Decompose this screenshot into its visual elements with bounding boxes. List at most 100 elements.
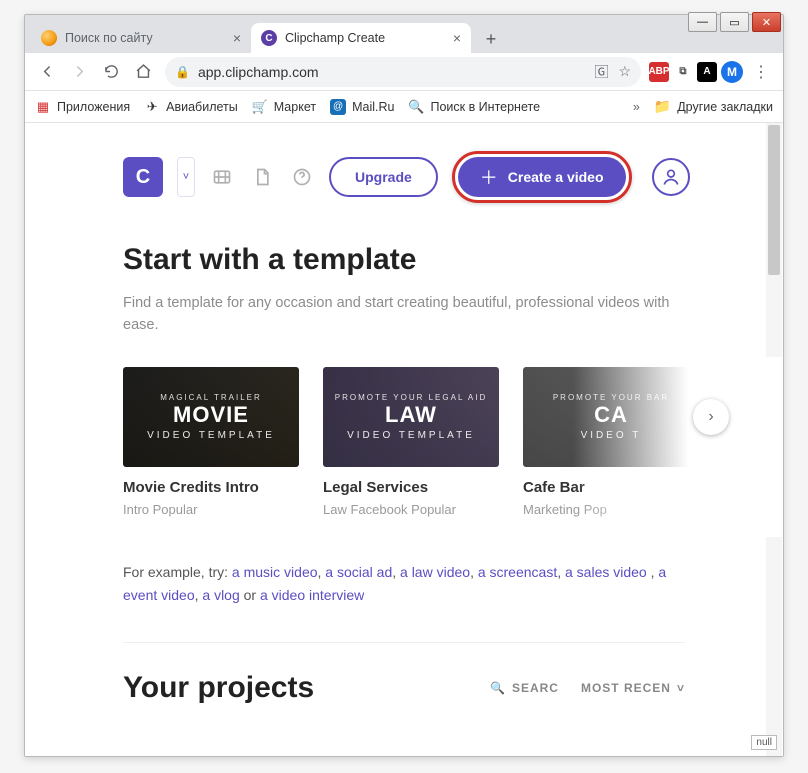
templates-next-button[interactable]: › xyxy=(693,399,729,435)
extension-icon[interactable]: ⧉ xyxy=(673,62,693,82)
address-bar[interactable]: 🔒 app.clipchamp.com 🄶 ☆ xyxy=(165,57,641,87)
template-name: Legal Services xyxy=(323,479,499,496)
browser-toolbar: 🔒 app.clipchamp.com 🄶 ☆ ABP ⧉ A M ⋮ xyxy=(25,53,783,91)
template-tags: Intro Popular xyxy=(123,502,299,517)
templates-row: MAGICAL TRAILER MOVIE VIDEO TEMPLATE Mov… xyxy=(123,367,685,517)
mailru-icon: @ xyxy=(330,99,346,115)
tab-close-icon[interactable]: × xyxy=(453,31,461,45)
bookmark-star-icon[interactable]: ☆ xyxy=(618,63,631,80)
example-link-vlog[interactable]: a vlog xyxy=(202,587,239,603)
section-divider xyxy=(123,642,685,643)
tab-title: Поиск по сайту xyxy=(65,31,153,45)
plane-icon: ✈ xyxy=(144,99,160,115)
profile-avatar[interactable]: M xyxy=(721,61,743,83)
template-card-cafe[interactable]: PROMOTE YOUR BAR CA VIDEO T Cafe Bar Mar… xyxy=(523,367,699,517)
template-card-law[interactable]: PROMOTE YOUR LEGAL AID LAW VIDEO TEMPLAT… xyxy=(323,367,499,517)
templates-section: Start with a template Find a template fo… xyxy=(25,203,783,705)
bookmark-other-folder[interactable]: 📁 Другие закладки xyxy=(654,98,773,115)
page-content: C ˅ Upgrade ＋ Create a video xyxy=(25,123,783,705)
maximize-button[interactable]: ▭ xyxy=(720,12,749,32)
example-link-sales[interactable]: a sales video xyxy=(565,564,647,580)
adblock-extension-icon[interactable]: ABP xyxy=(649,62,669,82)
example-link-music[interactable]: a music video xyxy=(232,564,318,580)
page-viewport: C ˅ Upgrade ＋ Create a video xyxy=(25,123,783,756)
bookmark-market[interactable]: 🛒 Маркет xyxy=(252,99,316,115)
pdf-extension-icon[interactable]: A xyxy=(697,62,717,82)
plus-icon: ＋ xyxy=(480,164,498,190)
upgrade-button[interactable]: Upgrade xyxy=(329,157,438,197)
chrome-menu-button[interactable]: ⋮ xyxy=(747,58,775,86)
template-tags: Marketing Pop xyxy=(523,502,699,517)
account-button[interactable] xyxy=(652,158,690,196)
upgrade-label: Upgrade xyxy=(355,169,412,185)
bookmark-label: Авиабилеты xyxy=(166,100,238,114)
video-library-icon[interactable] xyxy=(209,164,235,190)
cart-icon: 🛒 xyxy=(252,99,268,115)
bookmarks-bar: ▦ Приложения ✈ Авиабилеты 🛒 Маркет @ Mai… xyxy=(25,91,783,123)
omnibox-actions: 🄶 ☆ xyxy=(594,62,631,82)
bookmark-label: Приложения xyxy=(57,100,130,114)
bookmark-websearch[interactable]: 🔍 Поиск в Интернете xyxy=(408,99,540,115)
bookmark-apps[interactable]: ▦ Приложения xyxy=(35,99,130,115)
search-icon: 🔍 xyxy=(408,99,424,115)
favicon-clipchamp-icon: C xyxy=(261,30,277,46)
tab-title: Clipchamp Create xyxy=(285,31,385,45)
examples-prefix: For example, try: xyxy=(123,564,232,580)
example-link-screencast[interactable]: a screencast xyxy=(478,564,557,580)
help-icon[interactable] xyxy=(289,164,315,190)
template-thumb: MAGICAL TRAILER MOVIE VIDEO TEMPLATE xyxy=(123,367,299,467)
templates-heading: Start with a template xyxy=(123,243,685,277)
tab-close-icon[interactable]: × xyxy=(233,31,241,45)
template-card-movie[interactable]: MAGICAL TRAILER MOVIE VIDEO TEMPLATE Mov… xyxy=(123,367,299,517)
bookmarks-overflow-icon[interactable]: » xyxy=(633,100,640,114)
projects-search-button[interactable]: 🔍 SEARC xyxy=(490,681,559,695)
template-name: Cafe Bar xyxy=(523,479,699,496)
new-tab-button[interactable]: + xyxy=(477,25,505,53)
projects-sort-button[interactable]: MOST RECEN ˅ xyxy=(581,681,685,695)
file-icon[interactable] xyxy=(249,164,275,190)
minimize-button[interactable]: — xyxy=(688,12,717,32)
template-thumb: PROMOTE YOUR LEGAL AID LAW VIDEO TEMPLAT… xyxy=(323,367,499,467)
bookmark-label: Mail.Ru xyxy=(352,100,394,114)
templates-subheading: Find a template for any occasion and sta… xyxy=(123,293,683,337)
create-video-highlight: ＋ Create a video xyxy=(452,151,632,203)
chevron-down-icon: ˅ xyxy=(677,681,685,695)
create-video-button[interactable]: ＋ Create a video xyxy=(458,157,626,197)
tab-active[interactable]: C Clipchamp Create × xyxy=(251,23,471,53)
template-name: Movie Credits Intro xyxy=(123,479,299,496)
translate-icon[interactable]: 🄶 xyxy=(594,62,608,82)
null-badge: null xyxy=(751,735,777,750)
scrollbar-thumb[interactable] xyxy=(768,125,780,275)
tab-strip: Поиск по сайту × C Clipchamp Create × + xyxy=(25,15,783,53)
lock-icon: 🔒 xyxy=(175,65,190,79)
example-link-social[interactable]: a social ad xyxy=(325,564,392,580)
create-video-label: Create a video xyxy=(508,169,604,185)
search-icon: 🔍 xyxy=(490,681,506,695)
example-links-row: For example, try: a music video, a socia… xyxy=(123,561,685,609)
app-header: C ˅ Upgrade ＋ Create a video xyxy=(25,151,783,203)
example-link-interview[interactable]: a video interview xyxy=(260,587,364,603)
projects-heading: Your projects xyxy=(123,671,314,705)
clipchamp-logo[interactable]: C xyxy=(123,157,163,197)
tab-inactive[interactable]: Поиск по сайту × xyxy=(31,23,251,53)
url-text: app.clipchamp.com xyxy=(198,64,319,80)
template-tags: Law Facebook Popular xyxy=(323,502,499,517)
bookmark-mailru[interactable]: @ Mail.Ru xyxy=(330,99,394,115)
close-window-button[interactable]: ✕ xyxy=(752,12,781,32)
forward-button[interactable] xyxy=(65,58,93,86)
bookmark-flights[interactable]: ✈ Авиабилеты xyxy=(144,99,238,115)
bookmark-label: Поиск в Интернете xyxy=(430,100,540,114)
template-thumb: PROMOTE YOUR BAR CA VIDEO T xyxy=(523,367,699,467)
logo-dropdown-icon[interactable]: ˅ xyxy=(177,157,195,197)
window-controls: — ▭ ✕ xyxy=(688,12,781,32)
bookmark-label: Другие закладки xyxy=(677,100,773,114)
vertical-scrollbar[interactable] xyxy=(766,123,782,756)
example-link-law[interactable]: a law video xyxy=(400,564,470,580)
folder-icon: 📁 xyxy=(654,98,671,115)
home-button[interactable] xyxy=(129,58,157,86)
projects-header: Your projects 🔍 SEARC MOST RECEN ˅ xyxy=(123,671,685,705)
back-button[interactable] xyxy=(33,58,61,86)
apps-grid-icon: ▦ xyxy=(35,99,51,115)
browser-window: — ▭ ✕ Поиск по сайту × C Clipchamp Creat… xyxy=(24,14,784,757)
reload-button[interactable] xyxy=(97,58,125,86)
